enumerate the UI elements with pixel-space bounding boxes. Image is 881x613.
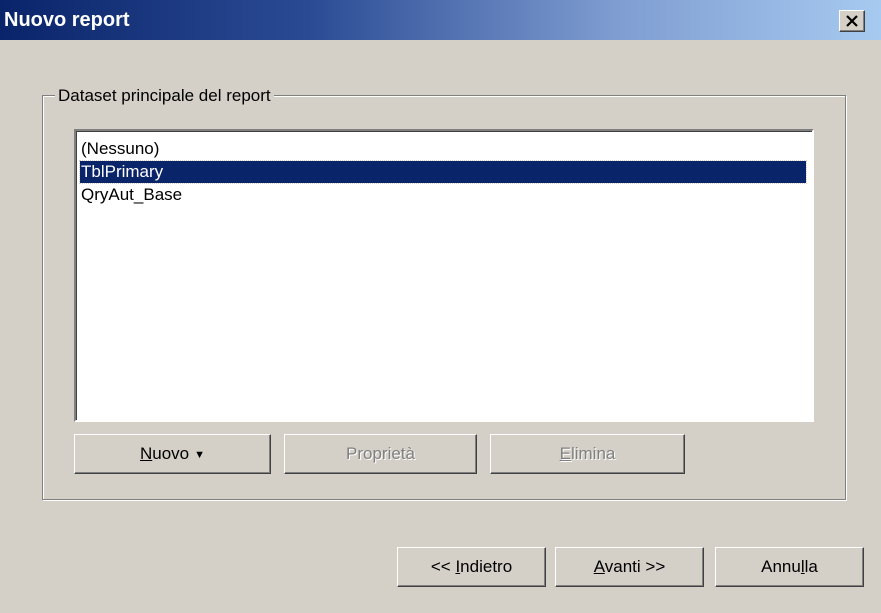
new-button-mnemonic: N: [139, 444, 153, 463]
next-button-label-rest: vanti >>: [604, 557, 666, 576]
properties-button[interactable]: Proprietà: [284, 434, 477, 474]
back-button[interactable]: << Indietro: [397, 547, 546, 587]
close-icon: [846, 15, 858, 27]
dropdown-arrow-icon: ▼: [194, 449, 206, 461]
close-button[interactable]: [839, 10, 865, 32]
window-title: Nuovo report: [4, 9, 130, 31]
dataset-listbox[interactable]: (Nessuno) TblPrimary QryAut_Base: [74, 129, 814, 422]
cancel-button[interactable]: Annulla: [715, 547, 864, 587]
new-dataset-button[interactable]: Nuovo ▼: [74, 434, 271, 474]
properties-button-label: Proprietà: [346, 444, 415, 463]
next-button-mnemonic: A: [593, 557, 605, 576]
delete-button-mnemonic: E: [559, 444, 571, 463]
cancel-button-label-rest: la: [804, 557, 818, 576]
new-button-label-rest: uovo: [152, 444, 190, 463]
back-button-label-rest: ndietro: [460, 557, 513, 576]
next-button[interactable]: Avanti >>: [555, 547, 704, 587]
dataset-group-label: Dataset principale del report: [55, 86, 274, 106]
list-item-tblprimary[interactable]: TblPrimary: [79, 160, 807, 184]
back-button-prefix: <<: [430, 557, 456, 576]
cancel-button-prefix: Annu: [761, 557, 801, 576]
new-report-dialog: Nuovo report Dataset principale del repo…: [0, 0, 881, 613]
list-item-qryaut-base[interactable]: QryAut_Base: [80, 184, 806, 206]
delete-button-label-rest: limina: [570, 444, 616, 463]
list-item-nessuno[interactable]: (Nessuno): [80, 138, 806, 160]
title-bar[interactable]: Nuovo report: [0, 0, 881, 40]
delete-button[interactable]: Elimina: [490, 434, 685, 474]
